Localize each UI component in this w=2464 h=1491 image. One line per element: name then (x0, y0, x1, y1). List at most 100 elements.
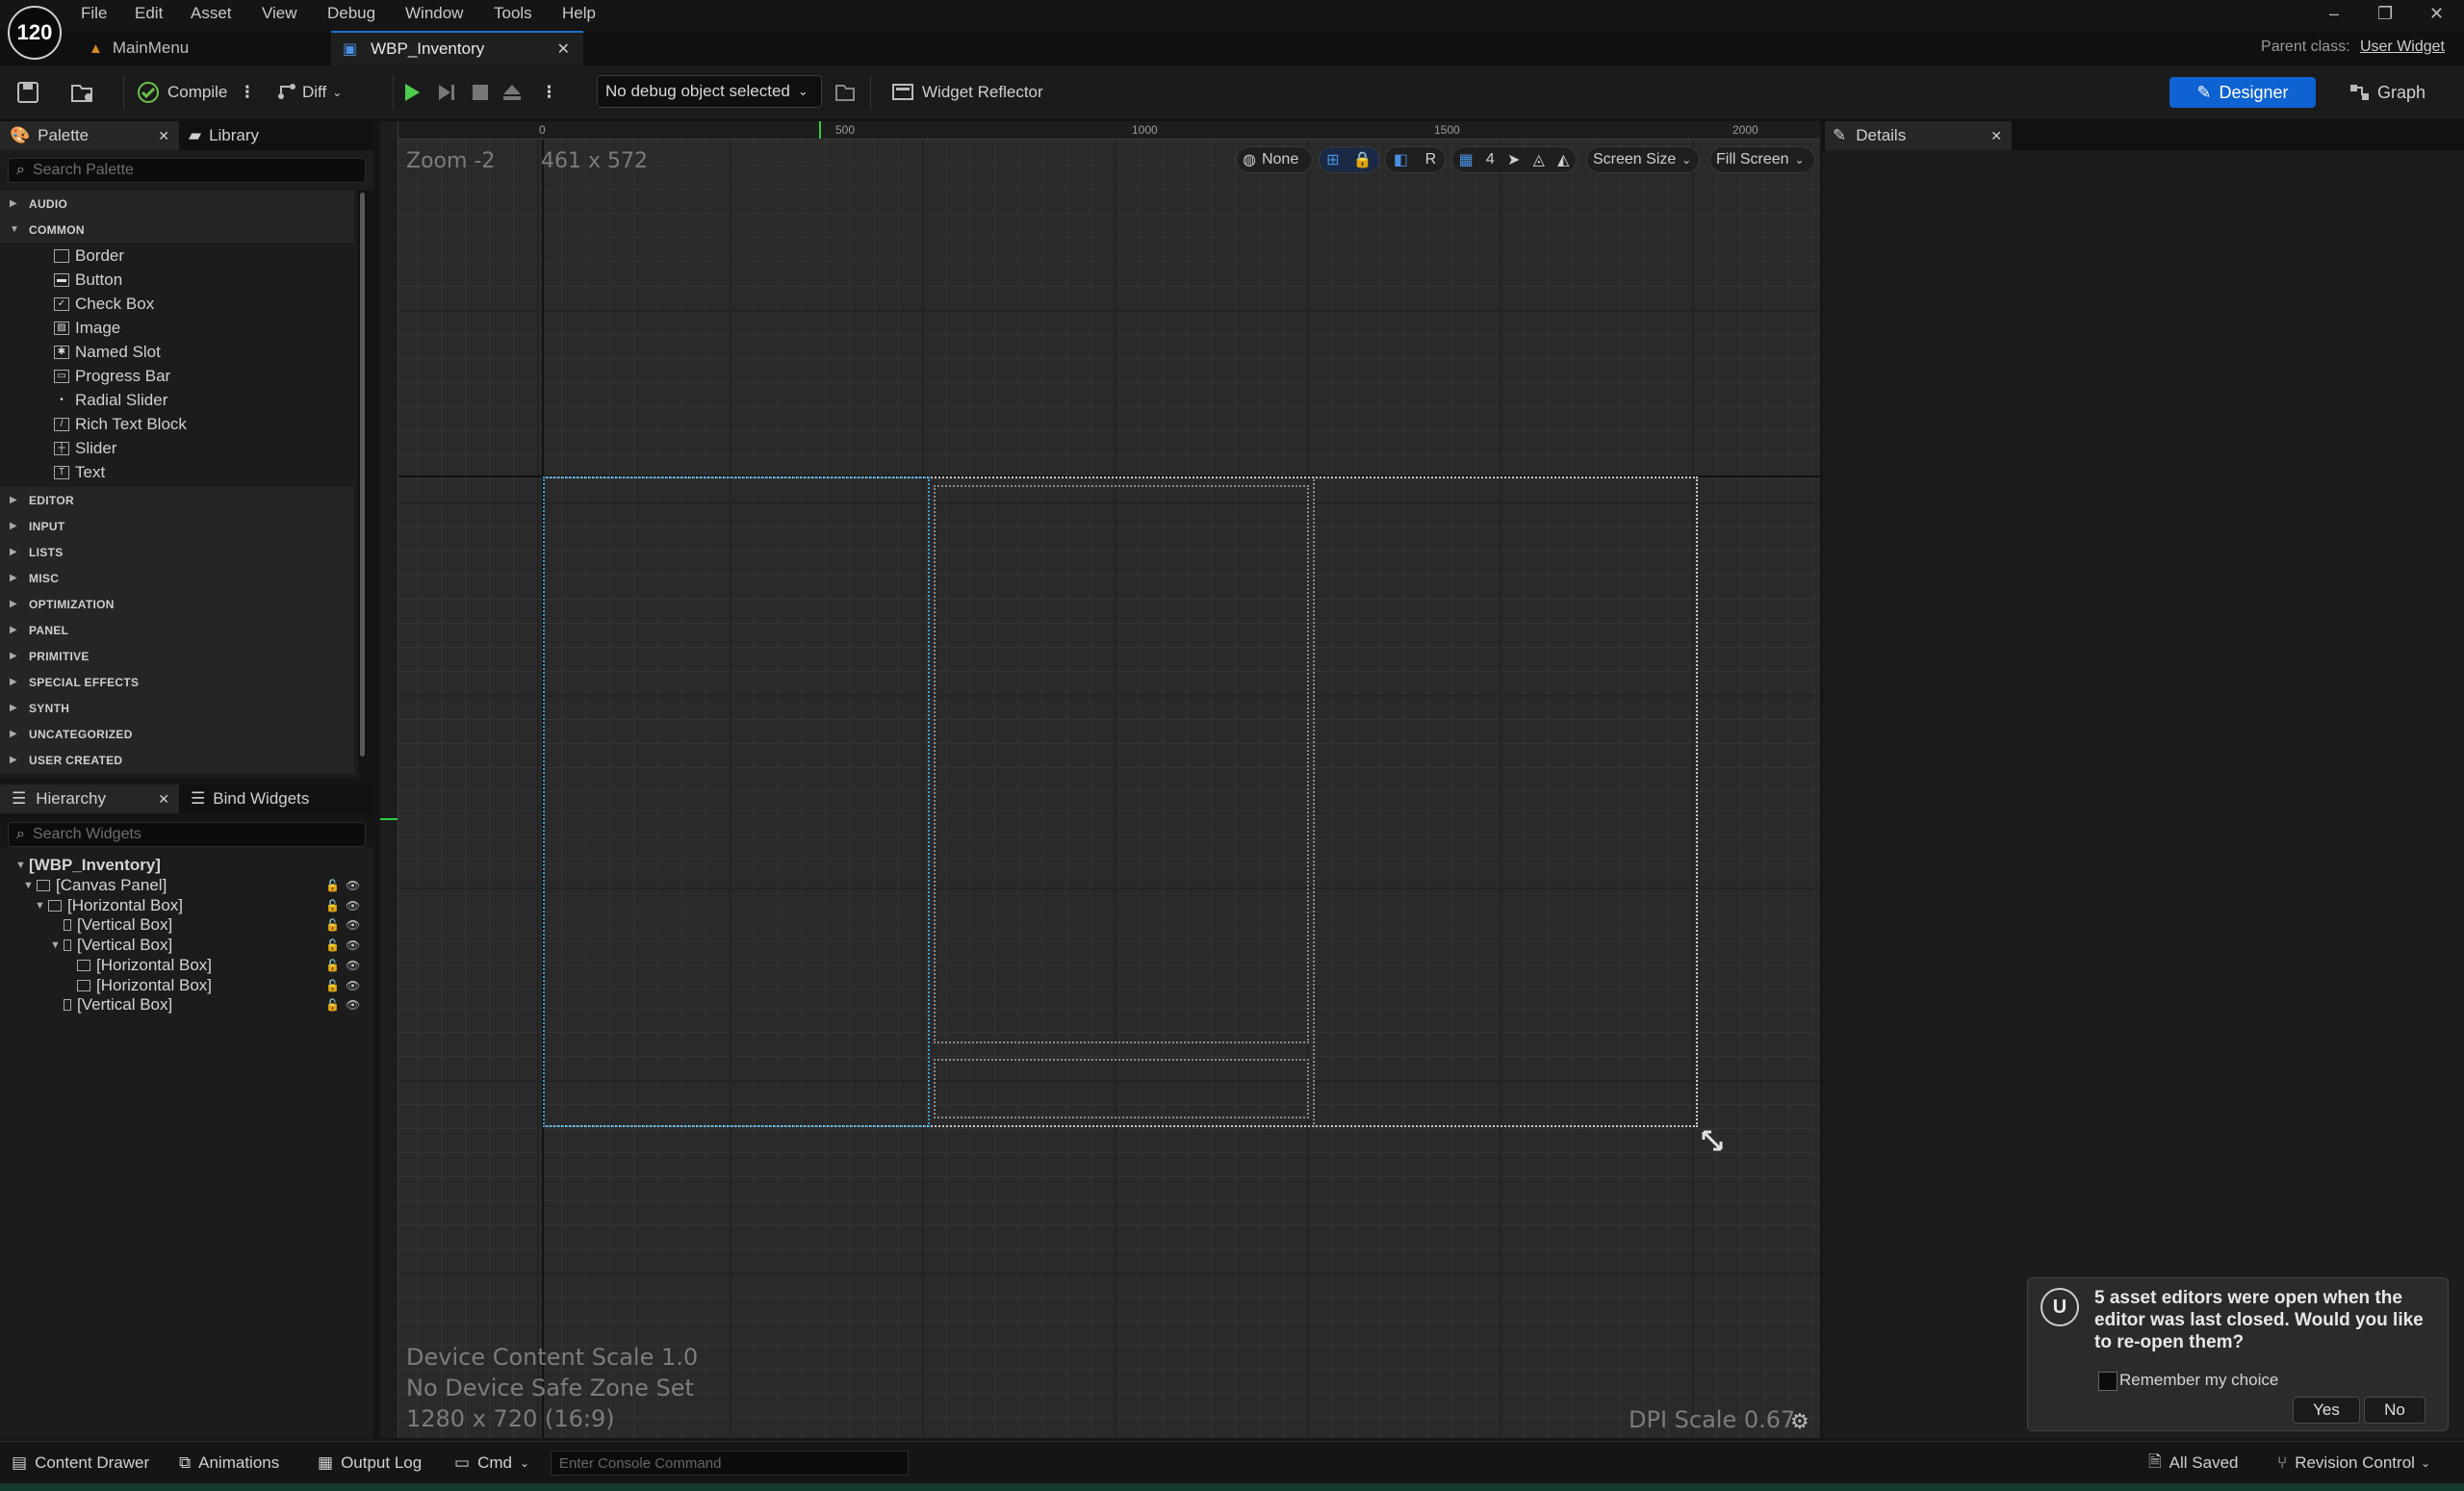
unlock-icon[interactable]: 🔓 (325, 979, 340, 992)
hierarchy-row[interactable]: ▼ [Canvas Panel] (23, 876, 167, 895)
hierarchy-row[interactable]: ▼ [Horizontal Box] (35, 896, 183, 915)
expand-arrow-icon[interactable]: ▶ (10, 547, 23, 557)
unlock-icon[interactable]: 🔓 (325, 918, 340, 932)
close-icon[interactable]: ✕ (1990, 128, 2002, 144)
compile-button[interactable]: Compile ⋮ (135, 75, 255, 110)
horizontal-box-outline[interactable] (934, 485, 1309, 1043)
palette-item-check-box[interactable]: ✓ Check Box (54, 292, 154, 316)
expand-arrow-icon[interactable]: ▶ (10, 677, 23, 687)
kebab-menu-icon[interactable]: ⋮ (239, 83, 255, 102)
palette-category-audio[interactable]: ▶ AUDIO (0, 191, 354, 217)
hierarchy-row[interactable]: [Vertical Box] (50, 995, 172, 1015)
close-icon[interactable]: ✕ (158, 128, 169, 144)
expand-arrow-icon[interactable]: ▶ (10, 521, 23, 531)
tab-wbp-inventory[interactable]: ▣ WBP_Inventory ✕ (331, 31, 583, 65)
close-window-button[interactable]: ✕ (2429, 4, 2444, 24)
menu-tools[interactable]: Tools (494, 4, 532, 23)
close-icon[interactable]: ✕ (158, 791, 169, 808)
hierarchy-search-input[interactable]: ⌕ Search Widgets (8, 822, 366, 847)
designer-mode-button[interactable]: ✎ Designer (2169, 77, 2316, 108)
palette-category-special-effects[interactable]: ▶ SPECIAL EFFECTS (0, 669, 354, 695)
animations-button[interactable]: ⧉ Animations (179, 1451, 279, 1476)
eject-button[interactable] (500, 75, 524, 110)
palette-item-rich-text-block[interactable]: / Rich Text Block (54, 412, 187, 436)
palette-category-uncategorized[interactable]: ▶ UNCATEGORIZED (0, 721, 354, 747)
expand-arrow-icon[interactable]: ▶ (10, 625, 23, 635)
expand-arrow-icon[interactable]: ▶ (10, 198, 23, 209)
horizontal-box-outline[interactable] (934, 1059, 1309, 1118)
hierarchy-row[interactable]: [Horizontal Box] (64, 956, 212, 975)
unlock-icon[interactable]: 🔓 (325, 879, 340, 892)
resize-handle-icon[interactable] (1700, 1128, 1727, 1155)
unlock-icon[interactable]: 🔓 (325, 998, 340, 1012)
palette-item-text[interactable]: T Text (54, 460, 105, 484)
visibility-eye-icon[interactable]: 👁 (346, 918, 360, 932)
palette-category-input[interactable]: ▶ INPUT (0, 513, 354, 539)
visibility-eye-icon[interactable]: 👁 (346, 979, 360, 992)
play-button[interactable] (400, 75, 424, 110)
screen-size-select[interactable]: Screen Size ⌄ (1586, 146, 1700, 173)
restore-button[interactable]: ❐ (2377, 4, 2393, 24)
grid-snap-toggle[interactable]: ▦ 4 ➤ ◬ ◭ (1451, 146, 1577, 173)
collapse-arrow-icon[interactable]: ▼ (10, 224, 23, 235)
menu-view[interactable]: View (262, 4, 297, 23)
expand-arrow-icon[interactable]: ▶ (10, 703, 23, 713)
expand-arrow-icon[interactable]: ▶ (10, 599, 23, 609)
palette-category-common[interactable]: ▼ COMMON (0, 217, 354, 243)
collapse-arrow-icon[interactable]: ▼ (50, 939, 64, 951)
palette-scrollbar-thumb[interactable] (360, 193, 365, 757)
widget-reflector-button[interactable]: Widget Reflector (891, 75, 1043, 110)
remember-choice-checkbox[interactable] (2098, 1372, 2118, 1391)
menu-help[interactable]: Help (562, 4, 596, 23)
all-saved-button[interactable]: 🗎 All Saved (2148, 1451, 2239, 1476)
debug-object-select[interactable]: No debug object selected ⌄ (597, 75, 822, 108)
expand-arrow-icon[interactable]: ▶ (10, 755, 23, 765)
visibility-eye-icon[interactable]: 👁 (346, 879, 360, 892)
palette-category-editor[interactable]: ▶ EDITOR (0, 487, 354, 513)
collapse-arrow-icon[interactable]: ▼ (23, 880, 37, 891)
console-command-input[interactable]: Enter Console Command (551, 1451, 909, 1476)
visibility-eye-icon[interactable]: 👁 (346, 899, 360, 913)
revision-control-button[interactable]: ⑂ Revision Control ⌄ (2277, 1451, 2430, 1476)
visibility-eye-icon[interactable]: 👁 (346, 938, 360, 952)
localization-preview-select[interactable]: ◍ None (1236, 146, 1313, 173)
yes-button[interactable]: Yes (2293, 1397, 2360, 1424)
palette-item-button[interactable]: ▬ Button (54, 268, 122, 292)
cmd-select[interactable]: ▭ Cmd ⌄ (454, 1451, 529, 1476)
menu-asset[interactable]: Asset (191, 4, 232, 23)
tab-palette[interactable]: 🎨 Palette ✕ (0, 121, 179, 150)
respect-locks-toggle[interactable]: ⊞ 🔒 (1319, 146, 1380, 173)
content-drawer-button[interactable]: ▤ Content Drawer (12, 1451, 149, 1476)
minimize-button[interactable]: – (2329, 4, 2339, 24)
unlock-icon[interactable]: 🔓 (325, 899, 340, 913)
expand-arrow-icon[interactable]: ▶ (10, 573, 23, 583)
menu-edit[interactable]: Edit (135, 4, 163, 23)
unlock-icon[interactable]: 🔓 (325, 959, 340, 972)
tab-hierarchy[interactable]: ☰ Hierarchy ✕ (0, 784, 179, 813)
palette-item-slider[interactable]: ┼ Slider (54, 436, 116, 460)
tab-mainmenu[interactable]: ▲ MainMenu (79, 31, 329, 65)
palette-category-primitive[interactable]: ▶ PRIMITIVE (0, 643, 354, 669)
palette-item-radial-slider[interactable]: • Radial Slider (54, 388, 167, 412)
play-options-kebab-icon[interactable]: ⋮ (541, 75, 557, 110)
palette-item-image[interactable]: ▨ Image (54, 316, 120, 340)
visibility-eye-icon[interactable]: 👁 (346, 959, 360, 972)
unlock-icon[interactable]: 🔓 (325, 938, 340, 952)
unreal-logo[interactable]: 120 (8, 6, 62, 60)
palette-category-optimization[interactable]: ▶ OPTIMIZATION (0, 591, 354, 617)
tab-bind-widgets[interactable]: ☰ Bind Widgets (191, 784, 345, 813)
vertical-box-outline-selected[interactable] (543, 476, 930, 1127)
save-button[interactable] (15, 75, 40, 110)
expand-arrow-icon[interactable]: ▼ (15, 860, 29, 871)
palette-item-border[interactable]: Border (54, 244, 124, 268)
expand-arrow-icon[interactable]: ▶ (10, 729, 23, 739)
palette-category-misc[interactable]: ▶ MISC (0, 565, 354, 591)
diff-button[interactable]: Diff ⌄ (275, 75, 342, 110)
layout-toggle[interactable]: ◧ R (1384, 146, 1446, 173)
parent-class-link[interactable]: User Widget (2360, 39, 2445, 55)
collapse-arrow-icon[interactable]: ▼ (35, 900, 48, 912)
palette-category-user-created[interactable]: ▶ USER CREATED (0, 747, 354, 773)
menu-window[interactable]: Window (405, 4, 463, 23)
palette-search-input[interactable]: ⌕ Search Palette (8, 158, 366, 183)
graph-mode-button[interactable]: Graph (2348, 77, 2426, 108)
